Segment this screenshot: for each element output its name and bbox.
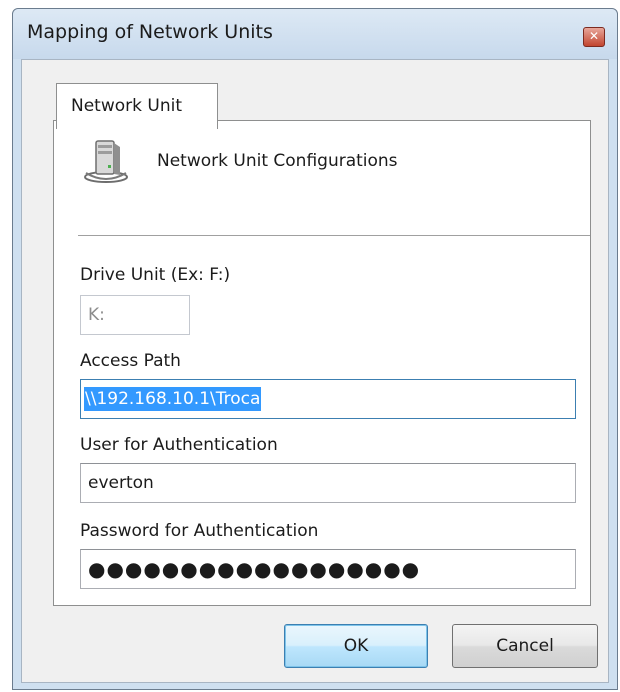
password-label: Password for Authentication: [80, 521, 319, 541]
divider: [78, 235, 590, 237]
window-title: Mapping of Network Units: [27, 21, 273, 43]
tab-panel: Network Unit Configurations Drive Unit (…: [53, 120, 591, 606]
close-button[interactable]: ✕: [583, 27, 605, 47]
title-bar[interactable]: Mapping of Network Units ✕: [13, 9, 617, 59]
close-icon: ✕: [588, 29, 600, 43]
password-field[interactable]: ●●●●●●●●●●●●●●●●●●: [80, 549, 576, 589]
drive-unit-label: Drive Unit (Ex: F:): [80, 265, 231, 285]
network-server-icon: [84, 140, 128, 183]
access-path-label: Access Path: [80, 351, 181, 371]
drive-unit-value: K:: [88, 305, 105, 325]
tab-network-unit[interactable]: Network Unit: [56, 83, 218, 129]
user-value: everton: [88, 473, 154, 493]
dialog-client-area: Network Unit Network Unit Configurations…: [21, 59, 609, 683]
password-value: ●●●●●●●●●●●●●●●●●●: [88, 557, 421, 581]
cancel-button[interactable]: Cancel: [452, 624, 598, 668]
drive-unit-field: K:: [80, 295, 190, 335]
access-path-value: \\192.168.10.1\Troca: [84, 387, 262, 411]
ok-button[interactable]: OK: [284, 624, 428, 668]
user-field[interactable]: everton: [80, 463, 576, 503]
cancel-button-label: Cancel: [496, 636, 554, 656]
tab-label: Network Unit: [71, 96, 182, 116]
ok-button-label: OK: [343, 636, 369, 656]
user-label: User for Authentication: [80, 435, 278, 455]
access-path-field[interactable]: \\192.168.10.1\Troca: [80, 379, 576, 419]
section-heading: Network Unit Configurations: [157, 151, 398, 171]
dialog-window: Mapping of Network Units ✕ Network Unit …: [12, 8, 618, 690]
